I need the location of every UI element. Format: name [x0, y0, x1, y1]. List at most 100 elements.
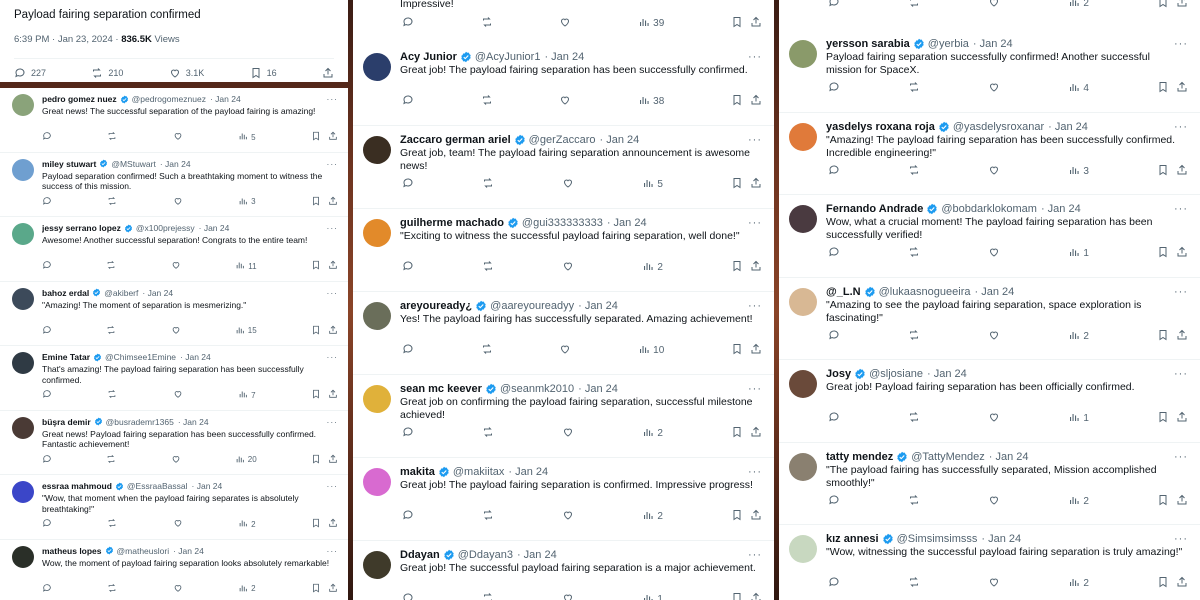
reply-tweet[interactable]: matheus lopes @matheuslori · Jan 24 ··· …: [0, 540, 348, 600]
views-button[interactable]: 2: [1068, 576, 1089, 591]
bookmark-button[interactable]: [311, 325, 321, 337]
author-name[interactable]: makita: [400, 466, 435, 478]
repost-button[interactable]: [107, 583, 117, 595]
like-button[interactable]: [988, 411, 1000, 426]
views-button[interactable]: 15: [235, 325, 257, 337]
share-button[interactable]: [322, 67, 334, 79]
author-name[interactable]: Fernando Andrade: [826, 203, 923, 215]
more-options-icon[interactable]: ···: [748, 383, 762, 395]
reply-tweet[interactable]: Zaccaro german ariel @gerZaccaro · Jan 2…: [353, 126, 774, 209]
like-button[interactable]: [988, 329, 1000, 344]
author-handle[interactable]: @yerbia: [928, 38, 969, 50]
repost-button[interactable]: [107, 518, 117, 530]
avatar[interactable]: [363, 551, 391, 579]
reply-tweet[interactable]: büşra demir @busrademr1365 · Jan 24 ··· …: [0, 411, 348, 475]
views-button[interactable]: 2: [1068, 0, 1089, 11]
bookmark-button[interactable]: [311, 518, 321, 530]
author-name[interactable]: jessy serrano lopez: [42, 223, 121, 233]
share-button[interactable]: [1176, 81, 1188, 96]
author-handle[interactable]: @lukaasnogueeira: [879, 286, 971, 298]
repost-button[interactable]: [107, 196, 117, 208]
reply-button[interactable]: [402, 16, 414, 31]
reply-tweet[interactable]: jessy serrano lopez @x100prejessy · Jan …: [0, 217, 348, 282]
avatar[interactable]: [789, 452, 817, 481]
reply-tweet[interactable]: @_L.N @lukaasnogueeira · Jan 24 ··· "Ama…: [779, 278, 1200, 360]
reply-button[interactable]: [828, 246, 840, 261]
more-options-icon[interactable]: ···: [748, 549, 762, 561]
more-options-icon[interactable]: ···: [327, 352, 339, 362]
reply-tweet[interactable]: kız annesi @Simsimsimsss · Jan 24 ··· "W…: [779, 525, 1200, 600]
reply-tweet[interactable]: Ddayan @Ddayan3 · Jan 24 ··· Great job! …: [353, 541, 774, 600]
repost-button[interactable]: [482, 509, 494, 524]
bookmark-button[interactable]: [731, 343, 743, 358]
share-button[interactable]: [328, 583, 338, 595]
author-handle[interactable]: @Ddayan3: [458, 549, 513, 561]
author-name[interactable]: matheus lopes: [42, 546, 102, 556]
reply-button[interactable]: [828, 81, 840, 96]
reply-tweet[interactable]: guilherme machado @gui333333333 · Jan 24…: [353, 209, 774, 292]
avatar[interactable]: [12, 545, 34, 568]
share-button[interactable]: [1176, 0, 1188, 11]
like-button[interactable]: [171, 325, 181, 337]
share-button[interactable]: [1176, 329, 1188, 344]
tweet-date[interactable]: · Jan 24: [173, 546, 204, 556]
avatar[interactable]: [789, 205, 817, 233]
repost-button[interactable]: [908, 411, 920, 426]
more-options-icon[interactable]: ···: [1174, 451, 1188, 463]
avatar[interactable]: [12, 481, 34, 503]
repost-button[interactable]: [106, 454, 116, 466]
more-options-icon[interactable]: ···: [748, 217, 762, 229]
like-button[interactable]: [171, 260, 181, 272]
reply-tweet[interactable]: miley stuwart @MStuwart · Jan 24 ··· Pay…: [0, 153, 348, 217]
author-handle[interactable]: @AcyJunior1: [475, 51, 541, 63]
tweet-date[interactable]: · Jan 24: [607, 217, 647, 229]
author-handle[interactable]: @akiberf: [104, 288, 138, 298]
avatar[interactable]: [12, 416, 34, 439]
repost-button[interactable]: [481, 343, 493, 358]
like-button[interactable]: [988, 494, 1000, 509]
reply-button[interactable]: [42, 389, 52, 401]
more-options-icon[interactable]: ···: [1174, 286, 1188, 298]
reply-button[interactable]: [402, 343, 414, 358]
author-name[interactable]: büşra demir: [42, 417, 91, 427]
reply-tweet[interactable]: Acy Junior @AcyJunior1 · Jan 24 ··· Grea…: [353, 43, 774, 126]
share-button[interactable]: [750, 592, 762, 600]
like-button[interactable]: [559, 343, 571, 358]
avatar[interactable]: [789, 122, 817, 151]
reply-button[interactable]: [42, 325, 52, 337]
views-button[interactable]: 2: [238, 583, 256, 595]
author-name[interactable]: Ddayan: [400, 549, 440, 561]
bookmark-button[interactable]: [731, 16, 743, 31]
author-handle[interactable]: @MStuwart: [111, 159, 156, 169]
share-button[interactable]: [750, 16, 762, 31]
reply-button[interactable]: [42, 131, 52, 143]
tweet-date[interactable]: · Jan 24: [192, 481, 223, 491]
share-button[interactable]: [750, 509, 762, 524]
author-name[interactable]: bahoz erdal: [42, 288, 89, 298]
repost-button[interactable]: [908, 81, 920, 96]
author-name[interactable]: @_L.N: [826, 286, 861, 298]
views-button[interactable]: 39: [638, 16, 664, 31]
reply-tweet[interactable]: Josy @sljosiane · Jan 24 ··· Great job! …: [779, 360, 1200, 443]
views-button[interactable]: 2: [1068, 494, 1089, 509]
tweet-date[interactable]: · Jan 24: [180, 352, 211, 362]
views-button[interactable]: 2: [642, 426, 663, 441]
more-options-icon[interactable]: ···: [748, 134, 762, 146]
views-button[interactable]: 38: [638, 94, 664, 109]
more-options-icon[interactable]: ···: [327, 546, 339, 556]
more-options-icon[interactable]: ···: [1174, 121, 1188, 133]
author-handle[interactable]: @aareyoureadyy: [490, 300, 574, 312]
repost-button[interactable]: [107, 389, 117, 401]
reply-button[interactable]: [828, 164, 840, 179]
share-button[interactable]: [328, 131, 338, 143]
author-name[interactable]: kız annesi: [826, 533, 879, 545]
reply-button[interactable]: [828, 0, 840, 11]
repost-button[interactable]: 210: [91, 67, 123, 79]
bookmark-button[interactable]: [731, 426, 743, 441]
more-options-icon[interactable]: ···: [1174, 203, 1188, 215]
more-options-icon[interactable]: ···: [1174, 38, 1188, 50]
more-options-icon[interactable]: ···: [327, 159, 339, 169]
tweet-date[interactable]: · Jan 24: [142, 288, 173, 298]
more-options-icon[interactable]: ···: [327, 223, 339, 233]
bookmark-button[interactable]: [731, 94, 743, 109]
